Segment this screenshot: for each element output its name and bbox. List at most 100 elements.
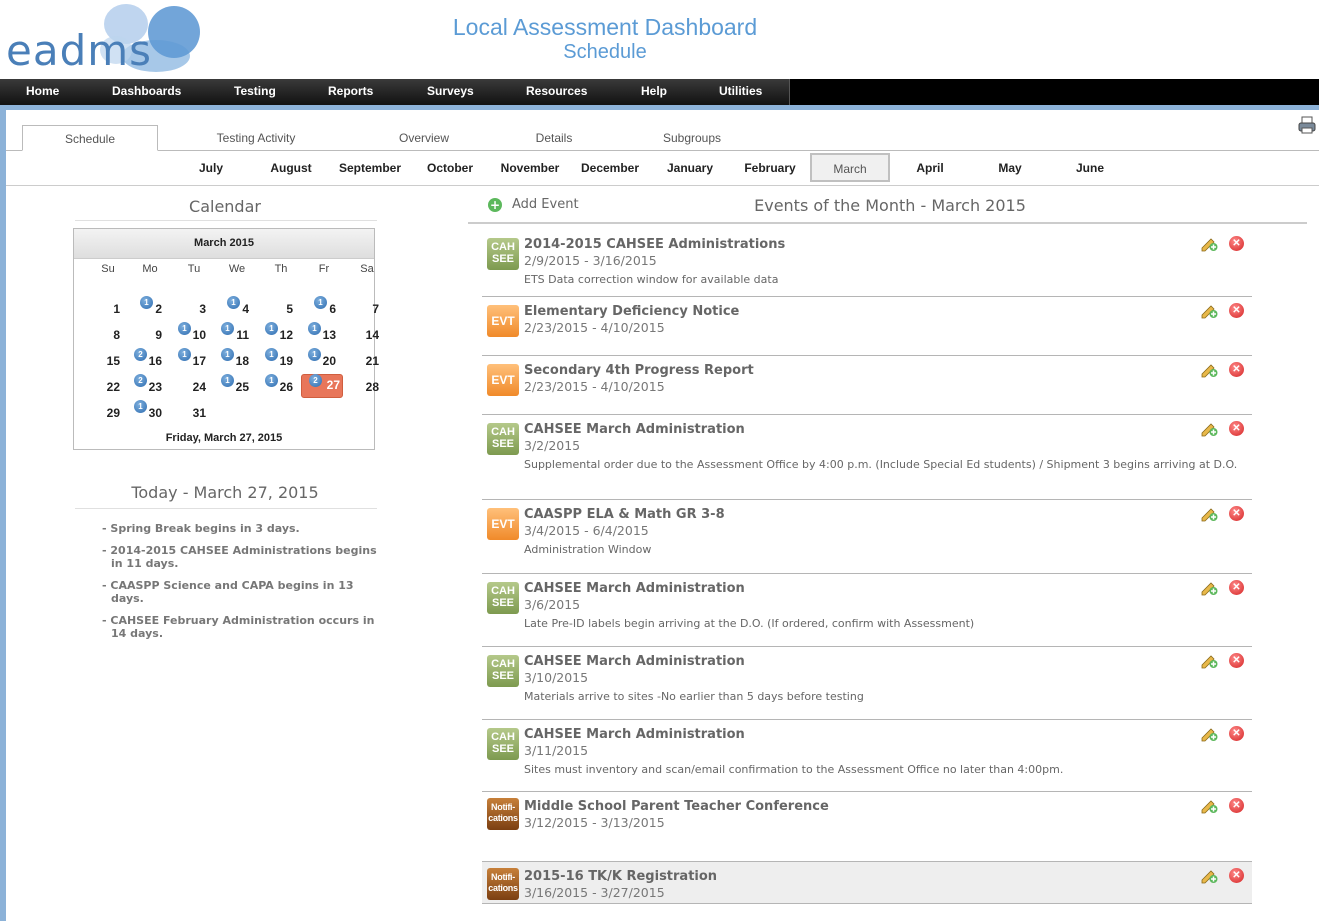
calendar-day[interactable]: 8 — [82, 325, 122, 345]
event-item[interactable]: EVT CAASPP ELA & Math GR 3-8 3/4/2015 - 6/… — [482, 500, 1252, 574]
delete-icon[interactable]: ✕ — [1229, 362, 1244, 377]
calendar-day[interactable]: 31 — [168, 403, 208, 423]
event-count-badge: 1 — [221, 348, 234, 361]
tab-schedule[interactable]: Schedule — [22, 125, 158, 151]
calendar-day[interactable]: 15 — [82, 351, 122, 371]
nav-resources[interactable]: Resources — [526, 84, 587, 98]
event-title[interactable]: CAHSEE March Administration — [524, 654, 745, 669]
event-title[interactable]: 2015-16 TK/K Registration — [524, 869, 717, 884]
event-title[interactable]: CAHSEE March Administration — [524, 581, 745, 596]
calendar-day-number: 3 — [199, 302, 206, 316]
tab-subgroups[interactable]: Subgroups — [646, 125, 738, 151]
event-item[interactable]: Notifi-cations 2015-16 TK/K Registration 3… — [482, 862, 1252, 904]
edit-pencil-icon[interactable] — [1200, 234, 1218, 252]
event-item[interactable]: Notifi-cations Middle School Parent Teach… — [482, 792, 1252, 862]
delete-icon[interactable]: ✕ — [1229, 798, 1244, 813]
add-icon: + — [488, 198, 502, 212]
month-january[interactable]: January — [650, 161, 730, 175]
add-event-label: Add Event — [512, 197, 579, 212]
add-event-button[interactable]: + Add Event — [488, 197, 579, 212]
calendar-day-today[interactable]: 27 — [301, 374, 343, 398]
event-title[interactable]: Middle School Parent Teacher Conference — [524, 799, 829, 814]
edit-pencil-icon[interactable] — [1200, 578, 1218, 596]
event-title[interactable]: CAHSEE March Administration — [524, 727, 745, 742]
tab-overview[interactable]: Overview — [364, 125, 484, 151]
event-date: 3/4/2015 - 6/4/2015 — [524, 523, 649, 538]
event-date: 3/12/2015 - 3/13/2015 — [524, 815, 665, 830]
event-count-badge: 1 — [221, 322, 234, 335]
edit-pencil-icon[interactable] — [1200, 724, 1218, 742]
edit-pencil-icon[interactable] — [1200, 504, 1218, 522]
today-item: - Spring Break begins in 3 days. — [102, 522, 300, 535]
nav-home[interactable]: Home — [26, 84, 59, 98]
nav-dashboards[interactable]: Dashboards — [112, 84, 181, 98]
calendar-day-number: 13 — [322, 328, 336, 342]
nav-surveys[interactable]: Surveys — [427, 84, 474, 98]
calendar-day[interactable]: 28 — [341, 377, 381, 397]
nav-reports[interactable]: Reports — [328, 84, 373, 98]
calendar-day[interactable]: 5 — [255, 299, 295, 319]
nav-testing[interactable]: Testing — [234, 84, 276, 98]
event-item[interactable]: CAH SEE CAHSEE March Administration 3/6/201… — [482, 574, 1252, 647]
event-title[interactable]: 2014-2015 CAHSEE Administrations — [524, 237, 785, 252]
tab-details[interactable]: Details — [514, 125, 594, 151]
month-december[interactable]: December — [570, 161, 650, 175]
delete-icon[interactable]: ✕ — [1229, 236, 1244, 251]
event-title[interactable]: CAASPP ELA & Math GR 3-8 — [524, 507, 725, 522]
month-october[interactable]: October — [410, 161, 490, 175]
calendar-day[interactable]: 14 — [341, 325, 381, 345]
month-march[interactable]: March — [810, 153, 890, 182]
calendar-day[interactable]: 3 — [168, 299, 208, 319]
event-title[interactable]: Elementary Deficiency Notice — [524, 304, 739, 319]
events-heading: Events of the Month - March 2015 — [754, 196, 1026, 215]
month-may[interactable]: May — [970, 161, 1050, 175]
month-june[interactable]: June — [1050, 161, 1130, 175]
edit-pencil-icon[interactable] — [1200, 360, 1218, 378]
cahsee-category-icon: CAH SEE — [487, 423, 519, 455]
delete-icon[interactable]: ✕ — [1229, 868, 1244, 883]
calendar-day-number: 4 — [242, 302, 249, 316]
event-item[interactable]: EVT Secondary 4th Progress Report 2/23/201… — [482, 356, 1252, 415]
event-item[interactable]: CAH SEE CAHSEE March Administration 3/10/20… — [482, 647, 1252, 720]
delete-icon[interactable]: ✕ — [1229, 303, 1244, 318]
calendar-day[interactable]: 9 — [124, 325, 164, 345]
calendar-day[interactable]: 24 — [168, 377, 208, 397]
evt-category-icon: EVT — [487, 305, 519, 337]
event-item[interactable]: CAH SEE CAHSEE March Administration 3/11/20… — [482, 720, 1252, 792]
delete-icon[interactable]: ✕ — [1229, 506, 1244, 521]
nav-utilities[interactable]: Utilities — [719, 84, 762, 98]
calendar-dow: We — [228, 263, 246, 275]
edit-pencil-icon[interactable] — [1200, 301, 1218, 319]
event-item[interactable]: CAH SEE CAHSEE March Administration 3/2/201… — [482, 415, 1252, 500]
month-august[interactable]: August — [251, 161, 331, 175]
tab-testing-activity[interactable]: Testing Activity — [186, 125, 326, 151]
print-icon[interactable] — [1297, 115, 1317, 135]
calendar-day-number: 17 — [192, 354, 206, 368]
month-april[interactable]: April — [890, 161, 970, 175]
nav-help[interactable]: Help — [641, 84, 667, 98]
edit-pencil-icon[interactable] — [1200, 866, 1218, 884]
event-title[interactable]: CAHSEE March Administration — [524, 422, 745, 437]
calendar-day[interactable]: 1 — [82, 299, 122, 319]
event-date: 2/9/2015 - 3/16/2015 — [524, 253, 657, 268]
edit-pencil-icon[interactable] — [1200, 419, 1218, 437]
edit-pencil-icon[interactable] — [1200, 651, 1218, 669]
month-november[interactable]: November — [490, 161, 570, 175]
month-july[interactable]: July — [171, 161, 251, 175]
delete-icon[interactable]: ✕ — [1229, 421, 1244, 436]
delete-icon[interactable]: ✕ — [1229, 653, 1244, 668]
calendar-day[interactable]: 7 — [341, 299, 381, 319]
event-item[interactable]: CAH SEE 2014-2015 CAHSEE Administrations 2/… — [482, 230, 1252, 297]
month-february[interactable]: February — [730, 161, 810, 175]
event-date: 3/6/2015 — [524, 597, 581, 612]
event-title[interactable]: Secondary 4th Progress Report — [524, 363, 754, 378]
calendar-day[interactable]: 21 — [341, 351, 381, 371]
calendar-day[interactable]: 29 — [82, 403, 122, 423]
calendar-day[interactable]: 22 — [82, 377, 122, 397]
edit-pencil-icon[interactable] — [1200, 796, 1218, 814]
delete-icon[interactable]: ✕ — [1229, 726, 1244, 741]
event-item[interactable]: EVT Elementary Deficiency Notice 2/23/2015… — [482, 297, 1252, 356]
eadms-logo[interactable]: eadms — [6, 2, 206, 76]
month-september[interactable]: September — [330, 161, 410, 175]
delete-icon[interactable]: ✕ — [1229, 580, 1244, 595]
